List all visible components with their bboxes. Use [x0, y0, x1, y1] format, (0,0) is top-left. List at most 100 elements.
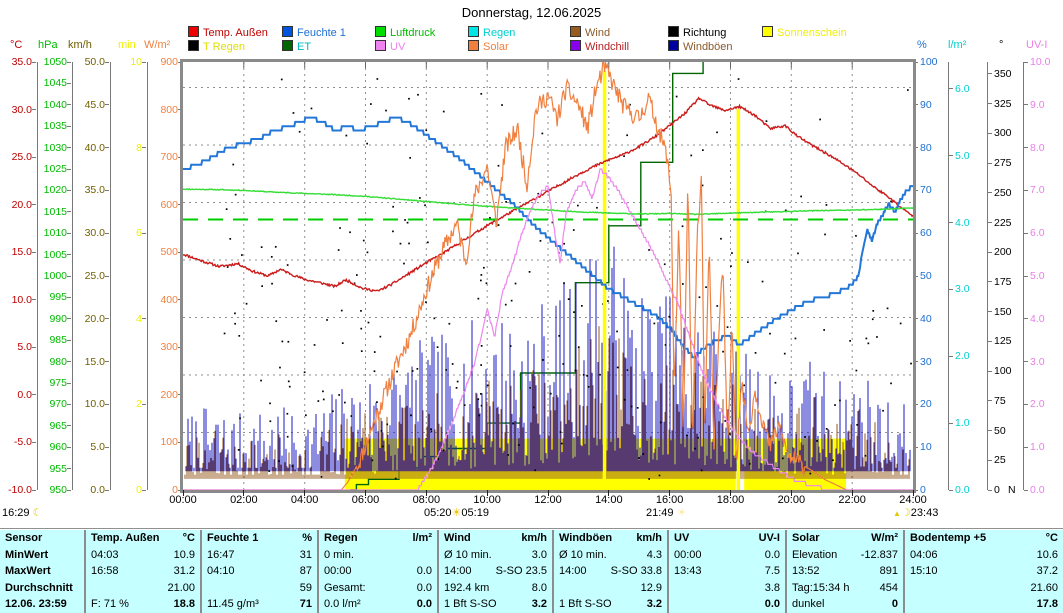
table-cell-row: 04:10 87: [202, 563, 317, 580]
table-row-label: MaxWert: [5, 565, 51, 578]
axis-unit-km/h: km/h: [68, 39, 92, 51]
axis-label: 300: [994, 127, 1012, 140]
column-unit: km/h: [521, 532, 547, 544]
table-column-feuchte-1: Feuchte 1% 16:47 31 04:10 87 59 11.45 g/m³ 71: [200, 530, 317, 613]
legend-label: T Regen: [203, 41, 245, 53]
axis-tick: [1024, 61, 1028, 63]
axis-label: 125: [994, 335, 1012, 348]
legend-item-richtung: Richtung: [668, 26, 727, 39]
table-header-row: Windböen km/h: [554, 530, 667, 547]
axis-label: 1.0: [955, 417, 970, 430]
axis-label: 100: [160, 436, 178, 449]
axis-label: 75: [994, 394, 1006, 407]
axis-label: 275: [994, 157, 1012, 170]
cell-desc: 0 min.: [324, 548, 354, 561]
axis-label: 970: [49, 398, 67, 411]
axis-label: 1010: [43, 227, 67, 240]
axis-tick: [67, 425, 71, 427]
cell-value: 10.9: [173, 548, 195, 561]
axis-tick: [949, 422, 953, 424]
axis-tick: [988, 132, 992, 134]
cell-value: 0.0: [416, 581, 432, 594]
cell-desc: 00:00: [674, 548, 702, 561]
cell-desc: 11.45 g/m³: [207, 598, 259, 611]
cell-value: S-SO 33.8: [610, 565, 662, 578]
cell-value: 0.0: [416, 565, 432, 578]
legend-swatch: [282, 40, 293, 51]
table-cell-row: Ø 10 min. 4.3: [554, 547, 667, 564]
axis-label: 1005: [43, 248, 67, 261]
cell-desc: 04:03: [91, 548, 119, 561]
column-header: Feuchte 1: [207, 532, 259, 544]
table-cell-row: 0.0 l/m² 0.0: [319, 596, 437, 613]
sun-icon: ☀: [451, 507, 462, 519]
axis-label: 10.0: [1030, 56, 1051, 68]
x-axis-tick: [669, 490, 671, 496]
axis-tick: [105, 361, 109, 363]
axis-tick: [988, 281, 992, 283]
cell-desc: F: 71 %: [91, 598, 129, 611]
axis-tick: [988, 370, 992, 372]
axis-label: 6.0: [1030, 227, 1045, 240]
table-header-row: Feuchte 1%: [202, 530, 317, 547]
axis-tick: [1024, 446, 1028, 448]
axis-label: 1050: [43, 56, 67, 68]
axis-unit-min: min: [118, 39, 136, 51]
legend-item-uv: UV: [375, 40, 405, 53]
x-axis-tick: [547, 490, 549, 496]
sunrise-time-a: 05:20: [424, 507, 452, 519]
axis-label: 4.0: [955, 216, 970, 229]
axis-label: 40.0: [84, 141, 105, 154]
cell-value: 0.0: [416, 598, 432, 611]
axis-label: 0.0: [90, 484, 105, 496]
table-header-row: Solar W/m²: [787, 530, 903, 547]
column-header: Wind: [444, 532, 471, 544]
table-cell-row: dunkel 0: [787, 596, 903, 613]
legend-swatch: [570, 40, 581, 51]
cell-value: 3.2: [531, 598, 547, 611]
x-axis-tick: [608, 490, 610, 496]
axis-label: 30.0: [84, 227, 105, 240]
table-header-row: Wind km/h: [439, 530, 552, 547]
cell-desc: 00:00: [324, 565, 352, 578]
axis-bar: [948, 62, 949, 490]
axis-label: 10: [920, 441, 932, 454]
legend-label: Solar: [483, 41, 509, 53]
axis-label: 980: [49, 355, 67, 368]
legend-label: Windchill: [585, 41, 630, 53]
column-unit: l/m²: [412, 532, 432, 544]
moonset-marker: 16:29 ☾: [2, 506, 42, 519]
axis-bar: [987, 62, 988, 490]
legend-label: Richtung: [683, 27, 727, 39]
table-header-row: UV UV-I: [669, 530, 785, 547]
column-header: Windböen: [559, 532, 613, 544]
axis-tick: [67, 168, 71, 170]
axis-label: 200: [994, 246, 1012, 259]
legend-label: Luftdruck: [390, 27, 436, 39]
cell-desc: 15:10: [910, 565, 938, 578]
axis-label: 175: [994, 275, 1012, 288]
axis-label: 200: [160, 388, 178, 401]
axis-tick: [988, 340, 992, 342]
axis-tick: [988, 251, 992, 253]
legend-item-feuchte-1: Feuchte 1: [282, 26, 346, 39]
table-column-regen: Regen l/m² 0 min. 00:00 0.0 Gesamt: 0.0 0.0 l/m…: [317, 530, 437, 613]
table-cell-row: 00:00 0.0: [319, 563, 437, 580]
axis-tick: [67, 296, 71, 298]
cell-desc: Elevation: [792, 548, 838, 561]
table-cell-row: Elevation -12.837: [787, 547, 903, 564]
weather-chart-page: Donnerstag, 12.06.2025 Temp. Außen Feucht…: [0, 0, 1063, 613]
cell-desc: dunkel: [792, 598, 825, 611]
axis-label: 250: [994, 186, 1012, 199]
table-cell-row: 17.8: [905, 596, 1063, 613]
cell-value: 87: [299, 565, 312, 578]
column-unit: km/h: [636, 532, 662, 544]
axis-label: 1025: [43, 163, 67, 175]
axis-label: 5.0: [90, 441, 105, 454]
table-cell-row: Tag:15:34 h 454: [787, 580, 903, 597]
cell-value: 0: [891, 598, 898, 611]
legend-label: Feuchte 1: [297, 27, 346, 39]
legend-swatch: [570, 26, 581, 37]
axis-label: 1020: [43, 184, 67, 197]
x-axis-tick: [304, 490, 306, 496]
